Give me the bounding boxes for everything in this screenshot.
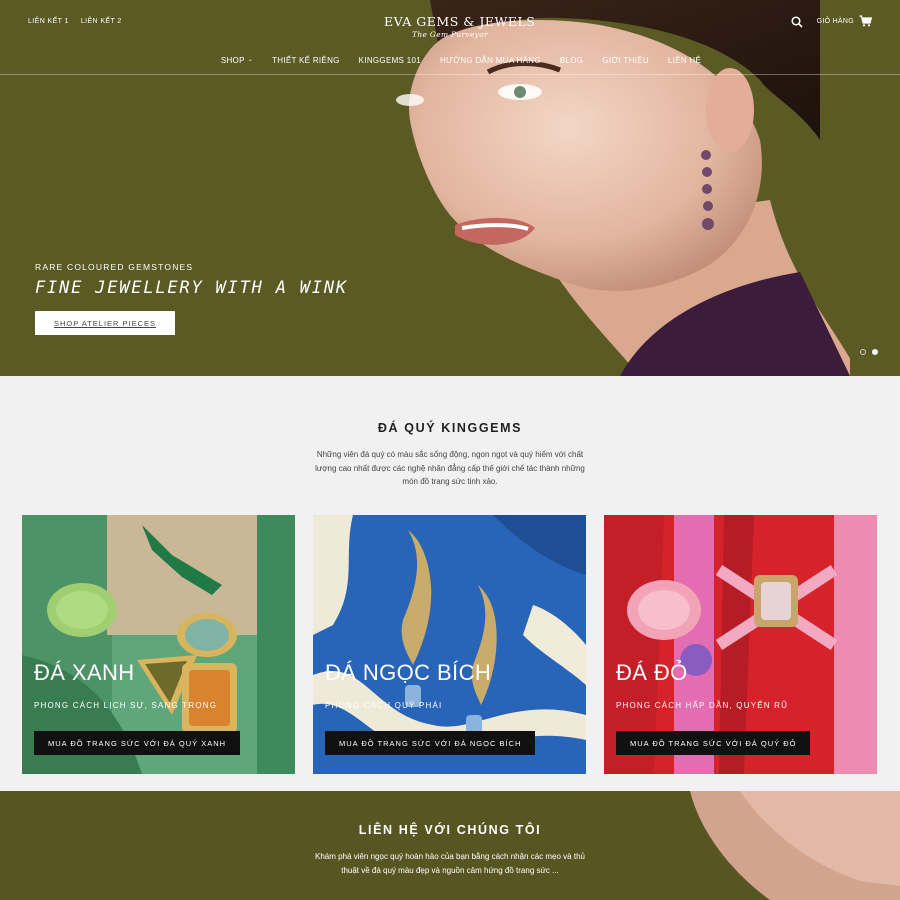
cart-icon xyxy=(859,15,873,27)
shop-sapphire-button[interactable]: MUA ĐỒ TRANG SỨC VỚI ĐÁ NGỌC BÍCH xyxy=(325,731,536,755)
category-card-green[interactable]: ĐÁ XANH PHONG CÁCH LỊCH SỰ, SANG TRỌNG M… xyxy=(22,515,295,774)
nav-item-blog[interactable]: BLOG xyxy=(560,56,583,65)
contact-description: Khám phá viên ngọc quý hoàn hảo của bạn … xyxy=(315,852,585,875)
top-link-1[interactable]: LIÊN KẾT 1 xyxy=(28,18,69,25)
shop-atelier-button[interactable]: SHOP ATELIER PIECES xyxy=(35,311,175,335)
category-card-red[interactable]: ĐÁ ĐỎ PHONG CÁCH HẤP DẪN, QUYẾN RŨ MUA Đ… xyxy=(604,515,877,774)
category-cards: ĐÁ XANH PHONG CÁCH LỊCH SỰ, SANG TRỌNG M… xyxy=(22,515,878,774)
contact-title: LIÊN HỆ VỚI CHÚNG TÔI xyxy=(358,823,542,837)
category-card-sapphire[interactable]: ĐÁ NGỌC BÍCH PHONG CÁCH QUÝ PHÁI MUA ĐỒ … xyxy=(313,515,586,774)
hero-banner: LIÊN KẾT 1 LIÊN KẾT 2 EVA GEMS & JEWELS … xyxy=(0,0,900,376)
gem-collection-section: ĐÁ QUÝ KINGGEMS Những viên đá quý có màu… xyxy=(0,376,900,791)
card-title: ĐÁ XANH xyxy=(34,660,135,685)
cart-button[interactable]: GIỎ HÀNG xyxy=(816,15,873,27)
card-title: ĐÁ NGỌC BÍCH xyxy=(325,660,492,685)
nav-item-contact[interactable]: LIÊN HỆ xyxy=(668,56,701,65)
nav-item-label: SHOP xyxy=(220,56,245,65)
nav-item-custom-design[interactable]: THIẾT KẾ RIÊNG xyxy=(272,56,340,65)
nav-item-kinggems-101[interactable]: KINGGEMS 101 xyxy=(359,56,421,65)
card-subtitle: PHONG CÁCH HẤP DẪN, QUYẾN RŨ xyxy=(616,701,789,710)
card-subtitle: PHONG CÁCH LỊCH SỰ, SANG TRỌNG xyxy=(34,701,218,710)
hero-eyebrow: RARE COLOURED GEMSTONES xyxy=(35,262,194,272)
hero-title: FINE JEWELLERY WITH A WINK xyxy=(35,278,348,298)
card-title: ĐÁ ĐỎ xyxy=(616,660,688,685)
header-actions: GIỎ HÀNG xyxy=(791,15,873,28)
slider-dot-1[interactable] xyxy=(860,349,866,355)
nav-item-buying-guide[interactable]: HƯỚNG DẪN MUA HÀNG xyxy=(440,56,541,65)
nav-item-about[interactable]: GIỚI THIỆU xyxy=(602,56,649,65)
contact-section: LIÊN HỆ VỚI CHÚNG TÔI Khám phá viên ngọc… xyxy=(0,791,900,900)
slider-dots xyxy=(860,349,878,355)
search-icon[interactable] xyxy=(791,15,803,28)
top-links: LIÊN KẾT 1 LIÊN KẾT 2 xyxy=(28,18,122,25)
card-subtitle: PHONG CÁCH QUÝ PHÁI xyxy=(325,701,443,710)
top-link-2[interactable]: LIÊN KẾT 2 xyxy=(81,18,122,25)
logo[interactable]: EVA GEMS & JEWELS The Gem Purveyor xyxy=(384,14,536,39)
slider-dot-2[interactable] xyxy=(872,349,878,355)
chevron-down-icon: ⌄ xyxy=(247,57,254,63)
logo-main: EVA GEMS & JEWELS xyxy=(384,14,536,29)
contact-background-image xyxy=(0,791,900,900)
section-description: Những viên đá quý có màu sắc sống động, … xyxy=(315,450,585,486)
cart-label: GIỎ HÀNG xyxy=(816,17,854,25)
nav-item-shop[interactable]: SHOP ⌄ xyxy=(221,56,253,65)
shop-green-gems-button[interactable]: MUA ĐỒ TRANG SỨC VỚI ĐÁ QUÝ XANH xyxy=(34,731,241,755)
main-nav: SHOP ⌄ THIẾT KẾ RIÊNG KINGGEMS 101 HƯỚNG … xyxy=(0,56,900,65)
shop-red-gems-button[interactable]: MUA ĐỒ TRANG SỨC VỚI ĐÁ QUÝ ĐỎ xyxy=(616,731,811,755)
logo-tagline: The Gem Purveyor xyxy=(412,30,488,39)
section-title: ĐÁ QUÝ KINGGEMS xyxy=(377,421,523,435)
